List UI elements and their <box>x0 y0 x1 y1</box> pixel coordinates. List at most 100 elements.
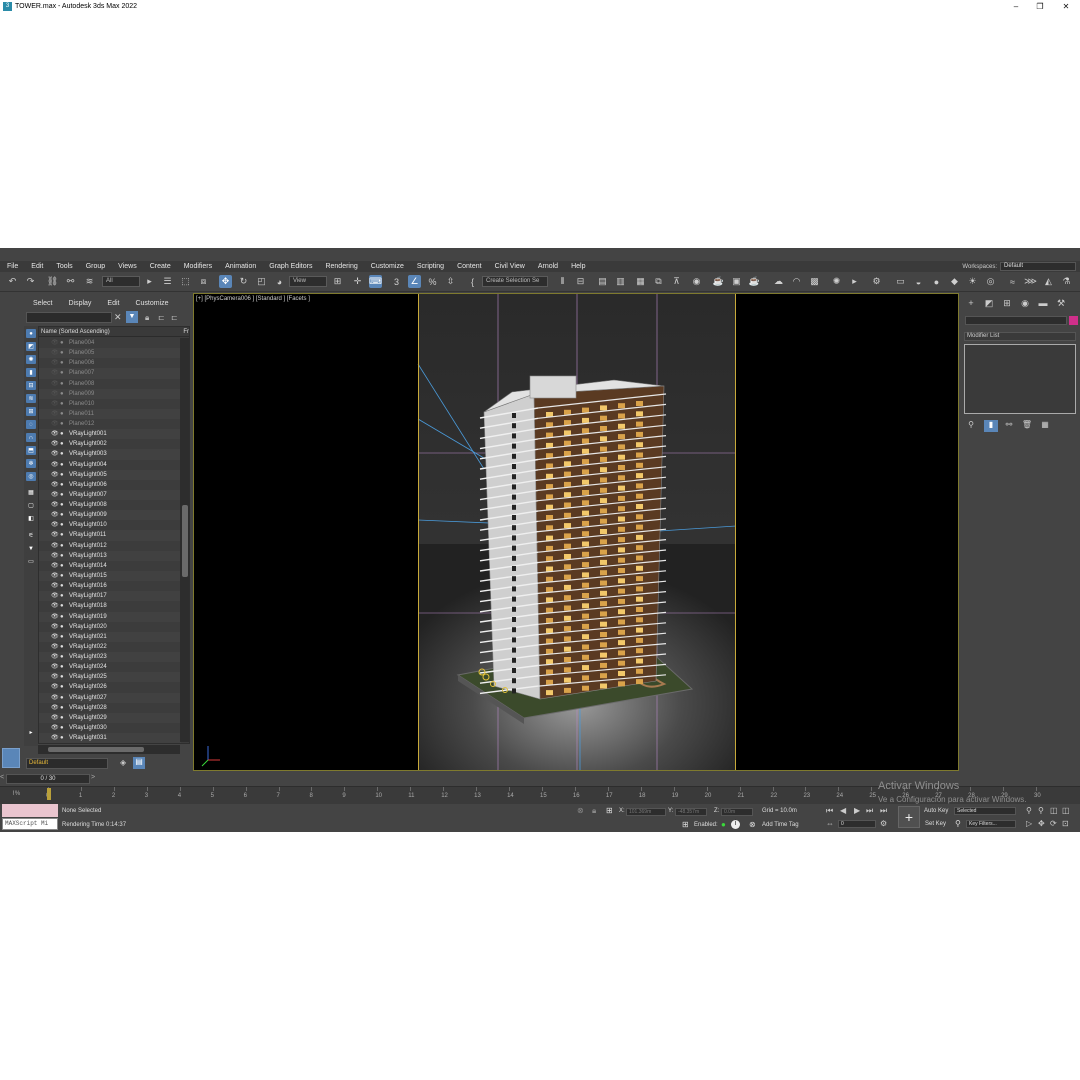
list-item[interactable]: 👁︎ ● Plane012 <box>39 419 181 429</box>
add-time-tag-label[interactable]: Add Time Tag <box>762 822 799 828</box>
list-vertical-scroll-thumb[interactable] <box>182 505 188 577</box>
object-color-swatch[interactable] <box>1069 316 1078 325</box>
maxscript-listener[interactable] <box>2 804 58 817</box>
next-frame-icon[interactable]: ⏭ <box>866 806 873 816</box>
list-item[interactable]: 👁︎ ● VRayLight007 <box>39 489 181 501</box>
hierarchy-icon[interactable]: ⊏ <box>158 313 165 322</box>
current-frame-field[interactable]: 0 <box>838 820 876 828</box>
viewport-physcamera[interactable]: [+] [PhysCamera006 ] [Standard ] [Facets… <box>193 293 959 771</box>
visibility-eye-icon[interactable]: 👁︎ <box>51 490 59 500</box>
visibility-eye-icon[interactable]: 👁︎ <box>51 429 59 439</box>
timeline-playhead[interactable] <box>47 788 51 800</box>
undo-icon[interactable]: ↶ <box>6 275 19 288</box>
visibility-eye-icon[interactable]: 👁︎ <box>51 348 59 358</box>
time-slider-right-icon[interactable]: > <box>91 774 96 784</box>
spinner-snap-icon[interactable]: ⇳ <box>444 275 457 288</box>
sort-layers-icon[interactable]: ▤ <box>133 757 145 769</box>
list-item[interactable]: 👁︎ ● VRayLight031 <box>39 733 181 743</box>
list-item[interactable]: 👁︎ ● VRayLight019 <box>39 611 181 622</box>
visibility-eye-icon[interactable]: 👁︎ <box>51 419 59 429</box>
visibility-eye-icon[interactable]: 👁︎ <box>51 409 59 419</box>
scale-icon[interactable]: ◰ <box>255 275 268 288</box>
schematic-view-icon[interactable]: ⊼ <box>670 275 683 288</box>
place-icon[interactable]: ◕ <box>273 275 286 288</box>
list-item[interactable]: 👁︎ ● VRayLight006 <box>39 480 181 490</box>
vray-sun-icon[interactable]: ☀ <box>966 275 979 288</box>
rect-selection-icon[interactable]: ⬚ <box>179 275 192 288</box>
snaps-toggle-icon[interactable]: 3 <box>390 275 403 288</box>
display-groups-icon[interactable]: ⊞ <box>26 407 36 416</box>
render-teapot-icon[interactable]: ☁ <box>772 275 785 288</box>
move-icon[interactable]: ✥ <box>219 275 232 288</box>
list-item[interactable]: 👁︎ ● Plane008 <box>39 379 181 389</box>
selection-filter-dropdown[interactable]: All <box>102 276 140 287</box>
list-item[interactable]: 👁︎ ● VRayLight028 <box>39 703 181 713</box>
vray-plane-icon[interactable]: ▭ <box>894 275 907 288</box>
list-item[interactable]: 👁︎ ● VRayLight011 <box>39 530 181 541</box>
layer-hierarchy-icon[interactable]: ⊏ <box>171 313 178 322</box>
filter-icon[interactable]: ▼ <box>126 311 138 323</box>
ribbon-icon[interactable]: ▦ <box>634 275 647 288</box>
visibility-eye-icon[interactable]: 👁︎ <box>51 449 59 459</box>
visibility-eye-icon[interactable]: 👁︎ <box>51 379 59 389</box>
visibility-eye-icon[interactable]: 👁︎ <box>51 581 59 591</box>
field-of-view-icon[interactable]: ▷ <box>1026 819 1032 828</box>
zoom-icon[interactable]: ⚲ <box>1026 806 1032 815</box>
scene-explorer-icon[interactable]: ▥ <box>614 275 627 288</box>
display-containers-icon[interactable]: ⬒ <box>26 446 36 455</box>
list-item[interactable]: 👁︎ ● VRayLight018 <box>39 601 181 611</box>
maxscript-mini-input[interactable]: MAXScript Mi <box>2 818 58 830</box>
visibility-eye-icon[interactable]: 👁︎ <box>51 389 59 399</box>
layer-manager-icon[interactable]: ▤ <box>596 275 609 288</box>
time-slider-left-icon[interactable]: < <box>0 774 5 784</box>
visibility-eye-icon[interactable]: 👁︎ <box>51 399 59 409</box>
visibility-eye-icon[interactable]: 👁︎ <box>51 480 59 490</box>
absolute-mode-icon[interactable]: ⊞ <box>606 806 613 815</box>
display-shapes-icon[interactable]: ◩ <box>26 342 36 351</box>
previous-frame-icon[interactable]: ◀︎ <box>840 806 846 815</box>
visibility-eye-icon[interactable]: 👁︎ <box>51 439 59 449</box>
visibility-eye-icon[interactable]: 👁︎ <box>51 470 59 480</box>
list-item[interactable]: 👁︎ ● VRayLight015 <box>39 570 181 582</box>
display-none-icon[interactable]: ▢ <box>26 501 36 510</box>
visibility-eye-icon[interactable]: 👁︎ <box>51 693 59 703</box>
curve-editor-icon[interactable]: ⧉ <box>652 275 665 288</box>
list-item[interactable]: 👁︎ ● Plane006 <box>39 358 181 368</box>
vray-toolbar-icon[interactable]: ▸ <box>848 275 861 288</box>
visibility-eye-icon[interactable]: 👁︎ <box>51 601 59 611</box>
visibility-eye-icon[interactable]: 👁︎ <box>51 652 59 662</box>
list-item[interactable]: 👁︎ ● VRayLight013 <box>39 550 181 561</box>
percent-snap-icon[interactable]: % <box>426 275 439 288</box>
list-item[interactable]: 👁︎ ● Plane009 <box>39 388 181 399</box>
play-icon[interactable]: ▶︎ <box>854 806 860 815</box>
list-item[interactable]: 👁︎ ● Plane004 <box>39 338 181 348</box>
vray-clipper-icon[interactable]: ⚗ <box>1060 275 1073 288</box>
visibility-eye-icon[interactable]: 👁︎ <box>51 520 59 530</box>
maximize-button[interactable]: ❐ <box>1028 0 1052 13</box>
list-item[interactable]: 👁︎ ● VRayLight026 <box>39 682 181 692</box>
set-key-big-button[interactable]: + <box>898 806 920 828</box>
visibility-eye-icon[interactable]: 👁︎ <box>51 723 59 733</box>
visibility-eye-icon[interactable]: 👁︎ <box>51 500 59 510</box>
named-selection-set-dropdown[interactable]: Create Selection Se <box>482 276 548 287</box>
visibility-eye-icon[interactable]: 👁︎ <box>51 703 59 713</box>
list-item[interactable]: 👁︎ ● VRayLight004 <box>39 460 181 470</box>
display-spacewarps-icon[interactable]: ≋ <box>26 394 36 403</box>
menu-customize[interactable]: Customize <box>364 263 410 270</box>
light-lister-icon[interactable]: ✺ <box>830 275 843 288</box>
menu-arnold[interactable]: Arnold <box>531 263 564 270</box>
zoom-all-icon[interactable]: ⚲ <box>1038 806 1044 815</box>
list-item[interactable]: 👁︎ ● VRayLight023 <box>39 652 181 663</box>
edit-named-selection-icon[interactable]: { <box>466 275 479 288</box>
time-tag-icon[interactable]: ⊞ <box>682 820 689 829</box>
list-item[interactable]: 👁︎ ● Plane007 <box>39 368 181 379</box>
angle-snap-icon[interactable]: ∠ <box>408 275 421 288</box>
vray-ies-icon[interactable]: ◆ <box>948 275 961 288</box>
z-coordinate-field[interactable]: 0.0m <box>721 808 753 816</box>
invert-display-icon[interactable]: ◧ <box>26 514 36 523</box>
list-horizontal-scroll-thumb[interactable] <box>48 747 144 752</box>
list-item[interactable]: 👁︎ ● VRayLight017 <box>39 591 181 602</box>
list-item[interactable]: 👁︎ ● VRayLight005 <box>39 469 181 480</box>
menu-graph-editors[interactable]: Graph Editors <box>262 263 318 270</box>
material-editor-icon[interactable]: ◉ <box>690 275 703 288</box>
